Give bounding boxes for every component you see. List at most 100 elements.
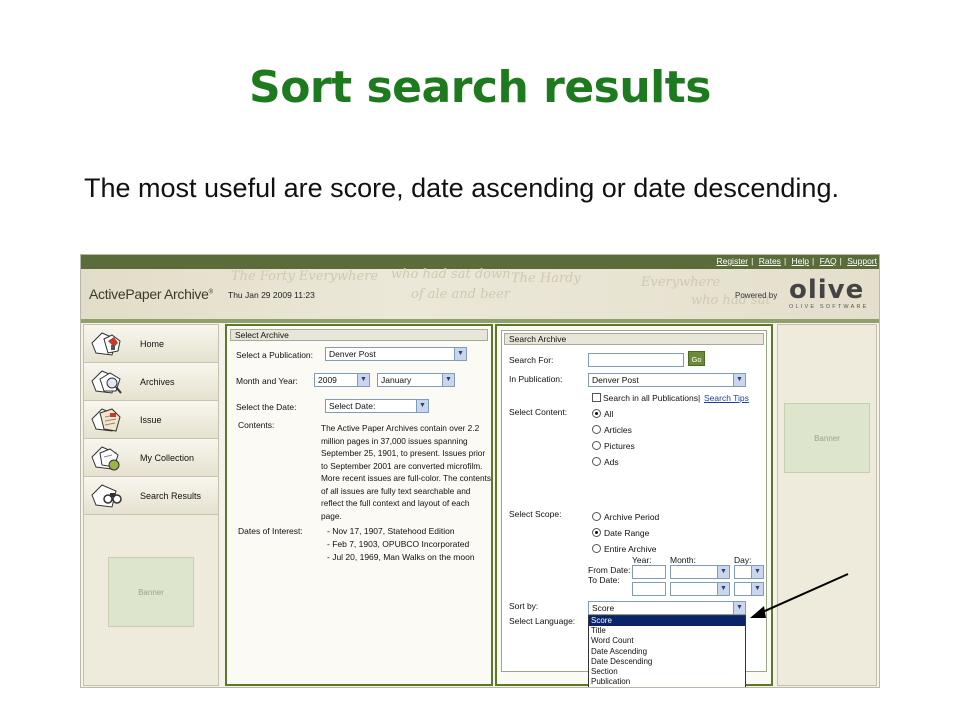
search-for-input[interactable] [588, 353, 684, 367]
month-select-value: January [381, 375, 412, 385]
issue-icon [91, 408, 121, 432]
select-scope-label: Select Scope: [509, 509, 562, 519]
slide-body: The most useful are score, date ascendin… [84, 173, 839, 203]
from-date-label: From Date: [588, 565, 631, 575]
contents-label: Contents: [238, 420, 275, 430]
header-divider [81, 319, 879, 323]
nav-label: My Collection [140, 453, 195, 463]
right-column: Banner [777, 324, 877, 686]
nav-label: Issue [140, 415, 162, 425]
sort-option-score[interactable]: Score [589, 616, 745, 627]
sort-by-label: Sort by: [509, 601, 539, 611]
scope-radio-entire-archive[interactable] [592, 544, 601, 553]
watermark-text: of ale and beer [411, 287, 511, 302]
chevron-down-icon: ▼ [357, 374, 369, 386]
from-year-input[interactable] [632, 565, 666, 579]
year-select-value: 2009 [318, 375, 337, 385]
olive-logo: olive OLIVE SOFTWARE [789, 277, 879, 315]
month-select[interactable]: January ▼ [377, 373, 455, 387]
select-language-label: Select Language: [509, 616, 576, 626]
rates-link[interactable]: Rates [759, 256, 781, 266]
date-select[interactable]: Select Date: ▼ [325, 399, 429, 413]
logo-word: olive [789, 275, 865, 305]
scope-radio-date-range[interactable] [592, 528, 601, 537]
content-radio-all[interactable] [592, 409, 601, 418]
logo-subtitle: OLIVE SOFTWARE [789, 304, 869, 310]
select-archive-panel: Select Archive Select a Publication: Den… [225, 324, 493, 686]
day-column-label: Day: [734, 555, 752, 565]
annotation-arrow-icon [750, 573, 849, 618]
sort-option-section[interactable]: Section [589, 667, 745, 677]
content-radio-articles[interactable] [592, 425, 601, 434]
select-archive-header: Select Archive [230, 329, 488, 341]
left-nav: Home Archives Issue My Collection Search… [83, 324, 219, 686]
watermark-text: The Forty Everywhere [231, 269, 379, 284]
publication-label: Select a Publication: [236, 350, 314, 360]
search-all-checkbox[interactable] [592, 393, 601, 402]
sort-option-title[interactable]: Title [589, 626, 745, 636]
faq-link[interactable]: FAQ [820, 256, 837, 266]
home-icon [91, 332, 121, 356]
nav-item-issue[interactable]: Issue [84, 401, 218, 439]
search-tips-link[interactable]: Search Tips [704, 393, 749, 403]
publication-select-value: Denver Post [329, 349, 376, 359]
sort-by-dropdown-list: Score Title Word Count Date Ascending Da… [588, 615, 746, 687]
sort-option-publication[interactable]: Publication [589, 677, 745, 687]
nav-label: Search Results [140, 491, 202, 501]
watermark-text: Everywhere [641, 275, 721, 290]
sort-option-date-ascending[interactable]: Date Ascending [589, 647, 745, 657]
content-radio-ads[interactable] [592, 457, 601, 466]
sort-option-word-count[interactable]: Word Count [589, 636, 745, 646]
current-datetime: Thu Jan 29 2009 11:23 [228, 290, 315, 300]
date-label: Select the Date: [236, 402, 297, 412]
support-link[interactable]: Support [847, 256, 877, 266]
contents-text: The Active Paper Archives contain over 2… [321, 423, 492, 521]
search-archive-inner: Search Archive Search For: Go In Publica… [501, 330, 767, 687]
search-archive-header: Search Archive [504, 333, 764, 345]
in-publication-label: In Publication: [509, 374, 563, 384]
chevron-down-icon: ▼ [442, 374, 454, 386]
sort-option-date-descending[interactable]: Date Descending [589, 657, 745, 667]
content-radio-pictures[interactable] [592, 441, 601, 450]
in-publication-value: Denver Post [592, 375, 639, 385]
header-banner: The Forty Everywhere who had sat down Th… [81, 267, 879, 319]
scope-radio-archive-period[interactable] [592, 512, 601, 521]
in-publication-select[interactable]: Denver Post ▼ [588, 373, 746, 387]
right-banner: Banner [784, 403, 870, 473]
scope-option-label: Entire Archive [604, 544, 657, 554]
content-option-label: Pictures [604, 441, 635, 451]
to-year-input[interactable] [632, 582, 666, 596]
content-option-label: Ads [604, 457, 619, 467]
go-button[interactable]: Go [688, 351, 705, 366]
search-all-label: Search in all Publications [603, 393, 698, 403]
nav-label: Home [140, 339, 165, 349]
help-link[interactable]: Help [792, 256, 809, 266]
from-month-select[interactable]: ▼ [670, 565, 730, 579]
publication-select[interactable]: Denver Post ▼ [325, 347, 467, 361]
chevron-down-icon: ▼ [717, 583, 729, 595]
nav-item-my-collection[interactable]: My Collection [84, 439, 218, 477]
to-month-select[interactable]: ▼ [670, 582, 730, 596]
year-column-label: Year: [632, 555, 652, 565]
chevron-down-icon: ▼ [717, 566, 729, 578]
date-of-interest-item: - Nov 17, 1907, Statehood Edition [327, 526, 455, 536]
brand-name: ActivePaper Archive® [89, 286, 213, 302]
date-of-interest-item: - Jul 20, 1969, Man Walks on the moon [327, 552, 475, 562]
month-column-label: Month: [670, 555, 696, 565]
year-select[interactable]: 2009 ▼ [314, 373, 370, 387]
content-option-label: Articles [604, 425, 632, 435]
month-year-label: Month and Year: [236, 376, 298, 386]
left-banner: Banner [108, 557, 194, 627]
sort-by-select[interactable]: Score ▼ [588, 601, 746, 615]
binoculars-icon [91, 484, 122, 508]
nav-item-search-results[interactable]: Search Results [84, 477, 218, 515]
select-content-label: Select Content: [509, 407, 568, 417]
nav-label: Archives [140, 377, 175, 387]
content-option-label: All [604, 409, 614, 419]
register-link[interactable]: Register [716, 256, 748, 266]
nav-item-home[interactable]: Home [84, 325, 218, 363]
nav-item-archives[interactable]: Archives [84, 363, 218, 401]
watermark-text: The Hardy [511, 271, 581, 286]
search-archive-panel: Search Archive Search For: Go In Publica… [495, 324, 773, 687]
date-select-value: Select Date: [329, 401, 376, 411]
